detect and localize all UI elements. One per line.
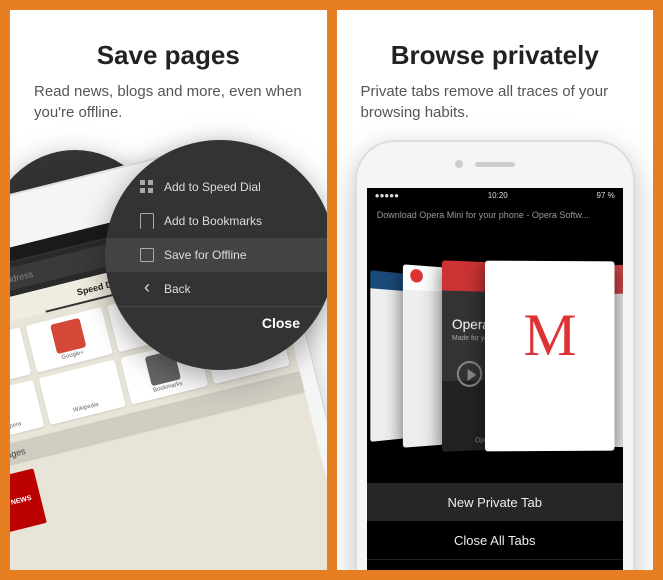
menu-back[interactable]: Back [105,272,327,306]
back-icon [140,282,154,296]
cancel-button[interactable]: Cancel [367,559,623,570]
play-icon [457,360,482,386]
new-private-tab-button[interactable]: New Private Tab [367,483,623,521]
context-menu-large: Add to Speed Dial Add to Bookmarks Save … [105,140,327,370]
panel-title: Browse privately [361,40,630,71]
status-battery: 97 % [597,191,615,200]
panel-save-pages: Save pages Read news, blogs and more, ev… [10,10,327,570]
close-all-tabs-button[interactable]: Close All Tabs [367,521,623,559]
panel-browse-privately: Browse privately Private tabs remove all… [337,10,654,570]
bookmark-icon [140,213,154,229]
app-store-screenshots: Save pages Read news, blogs and more, ev… [0,0,663,580]
page-icon [140,248,154,262]
front-camera [455,160,463,168]
card-title: Opera [452,315,490,331]
phone-mockup-right: ●●●●● 10:20 97 % Download Opera Mini for… [355,140,635,570]
saved-page-tile[interactable]: BBC NEWS [10,468,47,536]
menu-speed-dial[interactable]: Add to Speed Dial [105,170,327,204]
tab-carousel[interactable]: Opera Made for your Opera Mini is one of… [367,228,623,483]
status-time: 10:20 [488,191,508,200]
earpiece [475,162,515,167]
menu-bookmarks[interactable]: Add to Bookmarks [105,204,327,238]
menu-save-offline[interactable]: Save for Offline [105,238,327,272]
status-bar: ●●●●● 10:20 97 % [367,188,623,202]
menu-close[interactable]: Close [105,306,327,339]
tab-card-gmail[interactable]: M [485,260,615,451]
panel-title: Save pages [34,40,303,71]
speed-dial-tile[interactable]: Wikipedia [38,360,126,426]
panel-tagline: Read news, blogs and more, even when you… [34,81,303,123]
gmail-icon: M [485,260,615,369]
signal-dots: ●●●●● [375,191,399,200]
page-title-bar: Download Opera Mini for your phone - Ope… [367,202,623,228]
panel-tagline: Private tabs remove all traces of your b… [361,81,630,123]
grid-icon [140,180,154,194]
